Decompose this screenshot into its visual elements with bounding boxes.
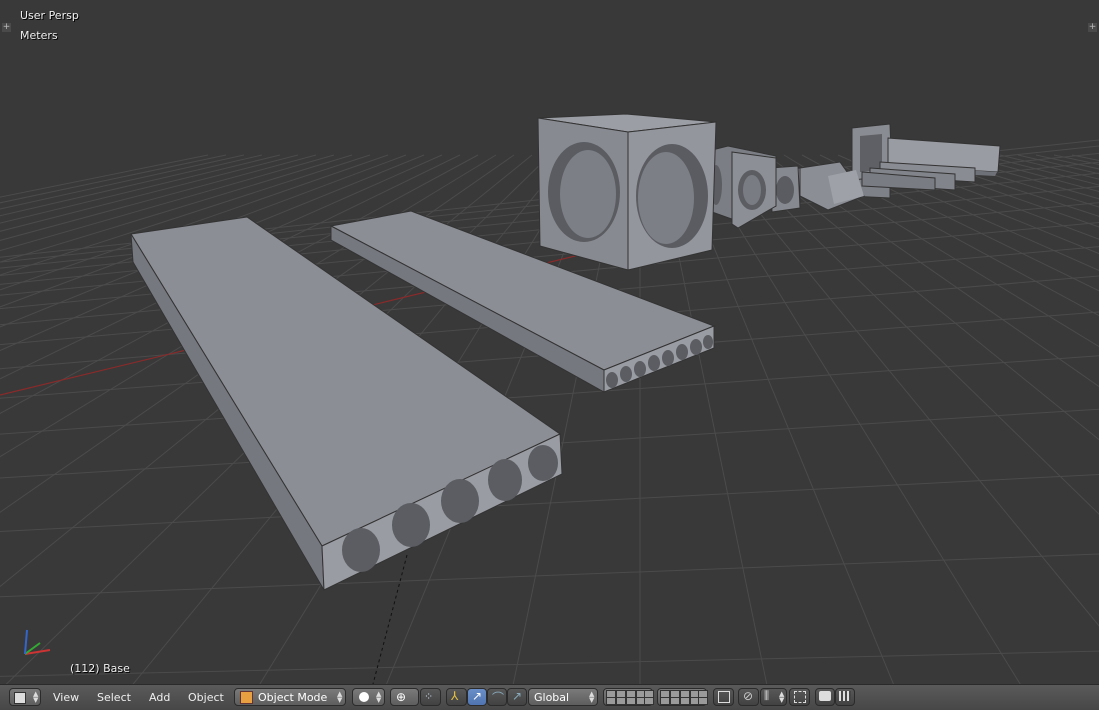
manipulate-center-toggle[interactable]: ⁘ — [420, 688, 441, 706]
snap-target-icon — [794, 691, 806, 703]
menu-view[interactable]: View — [53, 691, 79, 704]
scale-manipulator[interactable]: ↗ — [507, 688, 527, 706]
pivot-point-selector[interactable]: ⊕ — [390, 688, 419, 706]
relationship-line — [372, 554, 408, 684]
render-animation-button[interactable] — [835, 688, 855, 706]
proportional-icon: ⊘ — [743, 689, 754, 703]
transform-manipulator-toggle[interactable]: ⅄ — [446, 688, 467, 706]
arc-icon: ⌒ — [492, 691, 505, 705]
scale-icon: ↗ — [512, 689, 523, 703]
units-label: Meters — [20, 29, 58, 42]
mode-label: Object Mode — [258, 691, 328, 704]
rotate-manipulator[interactable]: ⌒ — [487, 688, 507, 706]
solid-shading-icon — [359, 692, 369, 702]
region-expand-left-icon[interactable]: + — [2, 23, 11, 32]
updown-arrow-icon: ▲ ▼ — [376, 690, 382, 704]
pivot-icon: ⊕ — [396, 690, 407, 704]
editor-type-selector[interactable]: ▲ ▼ — [9, 688, 41, 706]
large-cube[interactable] — [537, 113, 717, 271]
updown-arrow-icon: ▲ ▼ — [337, 690, 343, 704]
view-perspective-label: User Persp — [20, 9, 79, 22]
scene-canvas[interactable] — [0, 0, 1099, 684]
lock-layers-button[interactable] — [713, 688, 734, 706]
camera-icon — [819, 691, 831, 701]
updown-arrow-icon: ▲ ▼ — [33, 690, 39, 704]
object-mode-icon — [240, 691, 253, 704]
viewport-shading-selector[interactable]: ▲ ▼ — [352, 688, 385, 706]
snap-element-selector[interactable]: ⫼ ▲ ▼ — [760, 688, 787, 706]
render-opengl-button[interactable] — [815, 688, 835, 706]
far-objects[interactable] — [769, 123, 1001, 213]
region-expand-right-icon[interactable]: + — [1088, 23, 1097, 32]
menu-object[interactable]: Object — [188, 691, 224, 704]
layer-lock-icon — [718, 691, 730, 703]
scene-layers-group-2[interactable] — [657, 688, 708, 706]
axis-gizmo — [24, 629, 51, 655]
updown-arrow-icon: ▲ ▼ — [779, 690, 785, 704]
arrow-icon: ↗ — [472, 689, 483, 703]
updown-arrow-icon: ▲ ▼ — [589, 690, 595, 704]
center-points-icon: ⁘ — [424, 690, 434, 703]
3d-viewport[interactable]: User Persp Meters (112) Base + + — [0, 0, 1099, 684]
translate-manipulator[interactable]: ↗ — [467, 688, 487, 706]
proportional-editing-toggle[interactable]: ⊘ — [738, 688, 759, 706]
viewport-header: ▲ ▼ View Select Add Object Object Mode ▲ ▼… — [0, 684, 1099, 710]
snap-target-button[interactable] — [789, 688, 810, 706]
snap-increment-icon: ⫼ — [764, 689, 770, 702]
menu-add[interactable]: Add — [149, 691, 170, 704]
transform-orientation-selector[interactable]: Global ▲ ▼ — [528, 688, 598, 706]
manipulator-icon: ⅄ — [451, 689, 459, 703]
medium-cube[interactable] — [710, 145, 777, 229]
orientation-label: Global — [534, 691, 570, 704]
mode-selector[interactable]: Object Mode ▲ ▼ — [234, 688, 346, 706]
active-object-info: (112) Base — [70, 662, 130, 675]
clapperboard-icon — [839, 691, 851, 701]
scene-layers-group-1[interactable] — [603, 688, 654, 706]
menu-select[interactable]: Select — [97, 691, 131, 704]
3d-view-icon — [14, 692, 26, 704]
